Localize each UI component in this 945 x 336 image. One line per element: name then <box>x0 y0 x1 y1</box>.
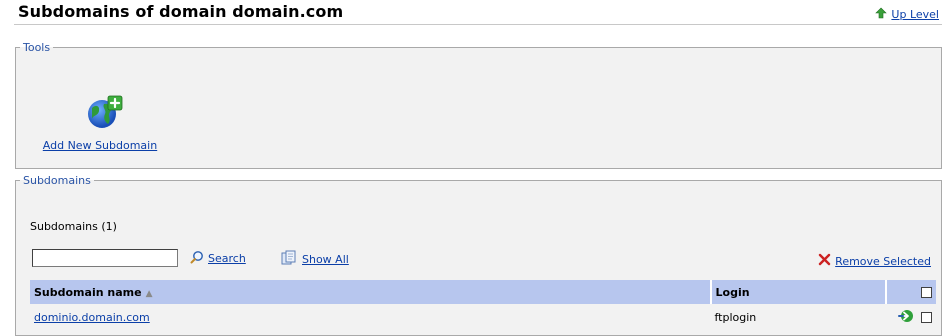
table-row: dominio.domain.com ftplogin <box>30 304 936 330</box>
show-all-button[interactable]: Show All <box>280 250 349 269</box>
add-new-subdomain-label[interactable]: Add New Subdomain <box>43 139 157 152</box>
tools-panel: Tools Add New Subdomain <box>15 41 942 169</box>
page-title: Subdomains of domain domain.com <box>18 2 344 21</box>
go-arrow-icon[interactable] <box>897 309 914 326</box>
subdomains-table: Subdomain name ▲ Login dominio.domain.com… <box>30 280 936 330</box>
magnifier-icon <box>190 250 204 267</box>
column-header-label: Subdomain name <box>34 285 142 299</box>
sort-asc-icon: ▲ <box>145 288 153 299</box>
login-cell: ftplogin <box>710 304 887 330</box>
title-divider <box>14 24 942 25</box>
remove-selected-button[interactable]: Remove Selected <box>818 253 931 269</box>
remove-x-icon <box>818 253 831 269</box>
subdomains-panel: Subdomains Subdomains (1) Search Show Al… <box>15 174 942 336</box>
subdomains-count: Subdomains (1) <box>30 220 117 233</box>
globe-plus-icon <box>86 94 126 133</box>
select-all-checkbox[interactable] <box>921 287 932 298</box>
tools-legend: Tools <box>23 41 51 54</box>
show-all-label[interactable]: Show All <box>302 253 349 266</box>
up-arrow-icon <box>875 7 888 22</box>
search-input[interactable] <box>32 249 178 267</box>
column-header-select <box>886 280 936 304</box>
subdomains-legend: Subdomains <box>23 174 91 187</box>
row-select-checkbox[interactable] <box>921 311 932 323</box>
column-header-subdomain-name[interactable]: Subdomain name ▲ <box>30 280 712 304</box>
search-button[interactable]: Search <box>190 250 246 267</box>
subdomain-name-cell: dominio.domain.com <box>30 304 711 330</box>
search-label[interactable]: Search <box>208 252 246 265</box>
show-all-icon <box>280 250 298 269</box>
remove-selected-label[interactable]: Remove Selected <box>835 255 931 268</box>
table-header-row: Subdomain name ▲ Login <box>30 280 936 304</box>
up-level-link[interactable]: Up Level <box>875 7 939 22</box>
row-actions-cell <box>886 304 936 330</box>
up-level-label[interactable]: Up Level <box>891 8 939 21</box>
column-header-login: Login <box>710 280 888 304</box>
add-new-subdomain-button[interactable]: Add New Subdomain <box>36 94 176 152</box>
subdomain-link[interactable]: dominio.domain.com <box>34 311 150 324</box>
search-toolbar: Search Show All Remove Selected <box>32 249 931 271</box>
